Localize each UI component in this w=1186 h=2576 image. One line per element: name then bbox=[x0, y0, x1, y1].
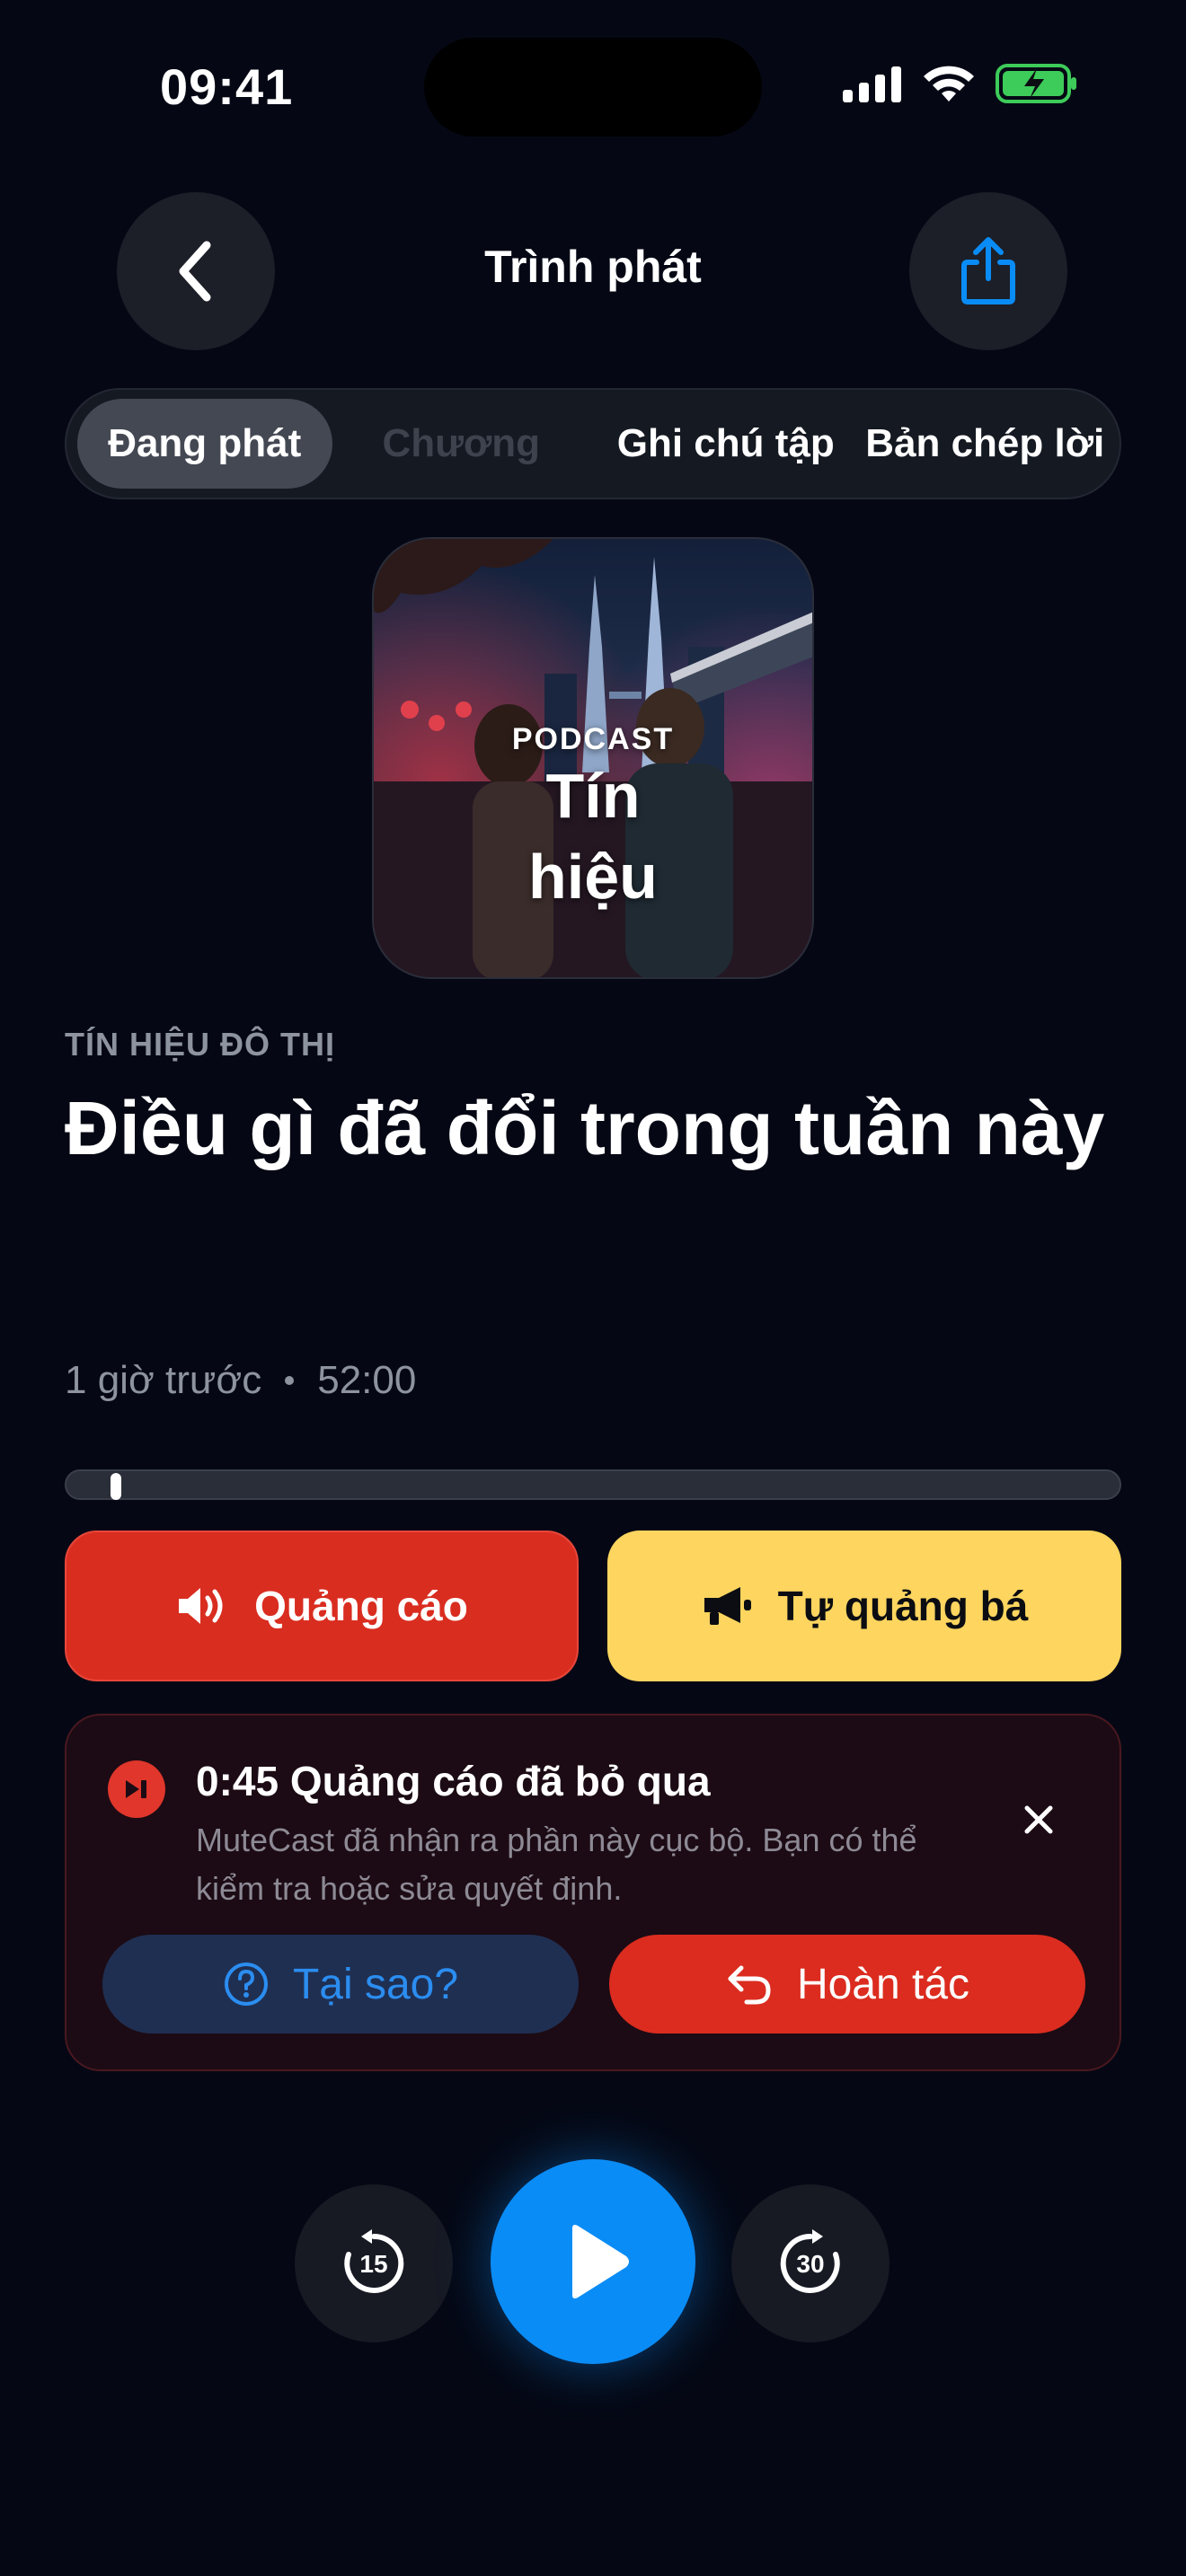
progress-bar[interactable] bbox=[65, 1469, 1121, 1500]
skipped-ad-description: MuteCast đã nhận ra phần này cục bộ. Bạn… bbox=[196, 1822, 917, 1907]
share-button[interactable] bbox=[909, 192, 1067, 350]
play-button[interactable] bbox=[491, 2159, 695, 2364]
undo-button[interactable]: Hoàn tác bbox=[609, 1935, 1085, 2033]
battery-charging-icon bbox=[996, 64, 1076, 103]
tab-chapters[interactable]: Chương bbox=[332, 399, 591, 489]
skip-forward-badge-icon bbox=[108, 1760, 165, 1818]
ads-segment-button[interactable]: Quảng cáo bbox=[65, 1531, 579, 1681]
tab-now-playing[interactable]: Đang phát bbox=[77, 399, 332, 489]
dynamic-island bbox=[424, 38, 762, 137]
ads-segment-label: Quảng cáo bbox=[254, 1583, 468, 1629]
play-icon bbox=[572, 2225, 629, 2298]
artwork-scene bbox=[374, 539, 812, 977]
skip-forward-seconds: 30 bbox=[796, 2250, 824, 2278]
skip-forward-30-icon: 30 bbox=[780, 2229, 840, 2293]
skip-back-button[interactable]: 15 bbox=[295, 2184, 453, 2342]
tab-transcript[interactable]: Bản chép lời bbox=[861, 399, 1109, 489]
episode-duration: 52:00 bbox=[317, 1358, 417, 1402]
self-promo-segment-label: Tự quảng bá bbox=[777, 1583, 1029, 1629]
speaker-icon bbox=[179, 1588, 223, 1624]
skip-back-seconds: 15 bbox=[359, 2250, 387, 2278]
status-icons bbox=[843, 63, 1078, 104]
why-button-label: Tại sao? bbox=[292, 1960, 459, 2008]
progress-fill bbox=[66, 1471, 117, 1498]
skipped-ad-card: 0:45 Quảng cáo đã bỏ qua MuteCast đã nhậ… bbox=[65, 1714, 1121, 2071]
skip-forward-button[interactable]: 30 bbox=[731, 2184, 890, 2342]
podcast-artwork: PODCAST Tín hiệu bbox=[372, 537, 814, 979]
skipped-ad-title: 0:45 Quảng cáo đã bỏ qua bbox=[196, 1758, 711, 1804]
episode-meta: 1 giờ trước 52:00 bbox=[65, 1358, 416, 1403]
share-icon bbox=[961, 237, 1015, 304]
published-time: 1 giờ trước bbox=[65, 1358, 262, 1402]
separator-dot bbox=[285, 1376, 295, 1385]
player-tabs: Đang phát Chương Ghi chú tập Bản chép lờ… bbox=[65, 388, 1121, 499]
close-icon bbox=[1024, 1805, 1053, 1834]
status-time: 09:41 bbox=[160, 58, 294, 115]
artwork-title-line2: hiệu bbox=[528, 842, 658, 912]
tab-episode-notes[interactable]: Ghi chú tập bbox=[590, 399, 861, 489]
cellular-signal-icon bbox=[843, 66, 901, 102]
show-name[interactable]: TÍN HIỆU ĐÔ THỊ bbox=[65, 1026, 335, 1063]
progress-thumb[interactable] bbox=[111, 1473, 122, 1500]
why-button[interactable]: Tại sao? bbox=[102, 1935, 579, 2033]
artwork-title-line1: Tín bbox=[545, 761, 641, 831]
question-circle-icon bbox=[224, 1963, 268, 2006]
wifi-icon bbox=[924, 66, 974, 101]
self-promo-segment-button[interactable]: Tự quảng bá bbox=[607, 1531, 1121, 1681]
episode-title: Điều gì đã đổi trong tuần này bbox=[65, 1086, 1105, 1170]
undo-button-label: Hoàn tác bbox=[796, 1960, 970, 2008]
close-button[interactable] bbox=[1012, 1793, 1066, 1847]
skip-back-15-icon: 15 bbox=[344, 2229, 404, 2293]
undo-icon bbox=[728, 1965, 771, 2005]
megaphone-icon bbox=[704, 1587, 751, 1625]
artwork-kicker: PODCAST bbox=[511, 722, 675, 756]
